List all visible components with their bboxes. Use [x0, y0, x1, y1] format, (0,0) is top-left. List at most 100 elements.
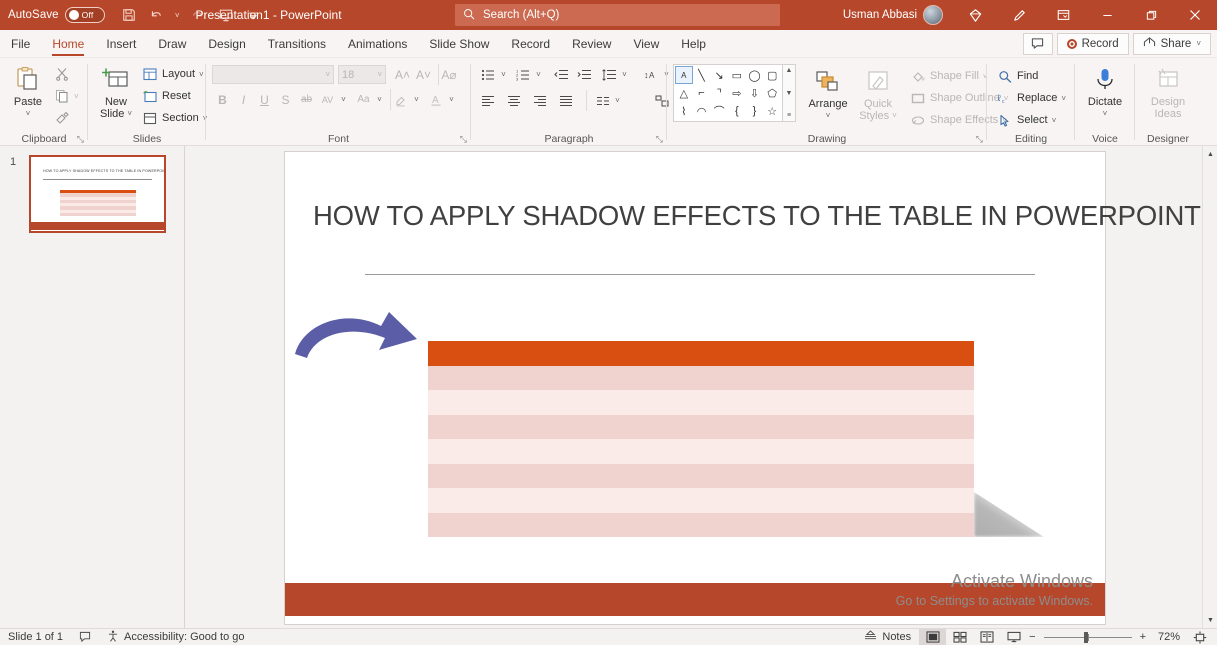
underline-icon[interactable]: U: [254, 89, 275, 110]
curved-arrow-shape[interactable]: [293, 306, 428, 368]
arrange-button[interactable]: Arrange ˅: [806, 64, 850, 124]
shape-text-box-icon[interactable]: A: [675, 66, 693, 84]
slide-sorter-view-icon[interactable]: [946, 629, 973, 645]
tab-file[interactable]: File: [0, 30, 41, 58]
increase-font-size-icon[interactable]: A˄: [392, 64, 413, 85]
undo-dropdown-icon[interactable]: ˅: [171, 3, 184, 27]
shape-scribble-icon[interactable]: ⌇: [675, 102, 693, 120]
tab-record[interactable]: Record: [500, 30, 561, 58]
slide-canvas[interactable]: HOW TO APPLY SHADOW EFFECTS TO THE TABLE…: [185, 146, 1202, 628]
tab-review[interactable]: Review: [561, 30, 622, 58]
tab-help[interactable]: Help: [670, 30, 717, 58]
text-shadow-icon[interactable]: S: [275, 89, 296, 110]
drawing-dialog-launcher-icon[interactable]: ⤡: [976, 134, 983, 145]
design-ideas-button[interactable]: Design Ideas: [1145, 62, 1191, 122]
text-direction-icon[interactable]: ↕ A: [640, 64, 661, 85]
copy-caret-icon[interactable]: ˅: [74, 92, 79, 101]
slide-table[interactable]: [428, 341, 974, 537]
font-dialog-launcher-icon[interactable]: ⤡: [460, 134, 467, 145]
shape-curve-icon[interactable]: ⌒: [710, 102, 728, 120]
align-center-icon[interactable]: [503, 90, 524, 111]
slide-show-view-icon[interactable]: [1000, 629, 1027, 645]
numbering-icon[interactable]: 123: [512, 64, 533, 85]
paragraph-dialog-launcher-icon[interactable]: ⤡: [656, 134, 663, 145]
shape-left-brace-icon[interactable]: {: [728, 102, 746, 120]
notes-page-icon[interactable]: [71, 629, 99, 645]
text-highlight-color-icon[interactable]: [390, 89, 411, 110]
font-name-input[interactable]: ˅: [212, 65, 334, 84]
change-case-icon[interactable]: Aa: [353, 89, 374, 110]
restore-icon[interactable]: [1129, 0, 1173, 30]
undo-icon[interactable]: [143, 3, 171, 27]
table-row[interactable]: [428, 512, 974, 537]
close-icon[interactable]: [1173, 0, 1217, 30]
tab-animations[interactable]: Animations: [337, 30, 418, 58]
shapes-scrollbar[interactable]: ▲ ▼ ≡: [783, 64, 796, 122]
autosave-toggle[interactable]: Off: [64, 7, 105, 23]
zoom-in-button[interactable]: +: [1138, 629, 1148, 645]
shape-pentagon-icon[interactable]: ⬠: [763, 84, 781, 102]
quick-styles-button[interactable]: Quick Styles ˅: [856, 64, 900, 124]
section-button[interactable]: Section ˅: [138, 108, 211, 128]
numbering-caret-icon[interactable]: ˅: [533, 64, 544, 85]
text-highlight-caret-icon[interactable]: ˅: [411, 89, 422, 110]
shapes-scroll-up-icon[interactable]: ▲: [786, 67, 793, 74]
accessibility-status[interactable]: Accessibility: Good to go: [99, 629, 252, 645]
vertical-scrollbar[interactable]: ▲ ▼: [1202, 146, 1217, 628]
fit-slide-to-window-icon[interactable]: [1186, 629, 1213, 645]
ribbon-display-options-icon[interactable]: [1041, 0, 1085, 30]
scroll-up-icon[interactable]: ▲: [1203, 146, 1217, 162]
italic-icon[interactable]: I: [233, 89, 254, 110]
start-presentation-icon[interactable]: [212, 3, 240, 27]
columns-caret-icon[interactable]: ˅: [612, 90, 623, 111]
font-color-caret-icon[interactable]: ˅: [446, 89, 457, 110]
zoom-slider[interactable]: [1043, 629, 1132, 645]
decrease-indent-icon[interactable]: [550, 64, 571, 85]
save-icon[interactable]: [115, 3, 143, 27]
align-left-icon[interactable]: [477, 90, 498, 111]
character-spacing-icon[interactable]: AV: [317, 89, 338, 110]
record-button[interactable]: Record: [1056, 32, 1129, 55]
increase-indent-icon[interactable]: [573, 64, 594, 85]
line-spacing-caret-icon[interactable]: ˅: [619, 64, 630, 85]
decrease-font-size-icon[interactable]: A˅: [413, 64, 434, 85]
align-right-icon[interactable]: [529, 90, 550, 111]
slide-editing-surface[interactable]: HOW TO APPLY SHADOW EFFECTS TO THE TABLE…: [285, 152, 1201, 624]
bullets-caret-icon[interactable]: ˅: [498, 64, 509, 85]
normal-view-icon[interactable]: [919, 628, 947, 645]
shape-triangle-icon[interactable]: △: [675, 84, 693, 102]
font-name-caret-icon[interactable]: ˅: [325, 70, 330, 79]
find-button[interactable]: Find: [993, 66, 1070, 86]
tab-slide-show[interactable]: Slide Show: [418, 30, 500, 58]
table-row[interactable]: [428, 365, 974, 390]
shapes-scroll-down-icon[interactable]: ▼: [786, 90, 793, 97]
slide-counter[interactable]: Slide 1 of 1: [0, 629, 71, 645]
customize-quick-access-toolbar-icon[interactable]: [240, 3, 268, 27]
comments-icon[interactable]: [1022, 32, 1053, 55]
microsoft-365-diamond-icon[interactable]: [953, 0, 997, 30]
table-row[interactable]: [428, 390, 974, 415]
clipboard-dialog-launcher-icon[interactable]: ⤡: [77, 134, 84, 145]
slide-thumbnail-1[interactable]: HOW TO APPLY SHADOW EFFECTS TO THE TABLE…: [29, 155, 166, 233]
tab-design[interactable]: Design: [197, 30, 256, 58]
cut-button[interactable]: [50, 64, 83, 84]
shape-oval-icon[interactable]: ◯: [746, 66, 764, 84]
font-color-icon[interactable]: A: [425, 89, 446, 110]
pen-feedback-icon[interactable]: [997, 0, 1041, 30]
table-row[interactable]: [428, 414, 974, 439]
copy-button[interactable]: ˅: [50, 86, 83, 106]
slide-title[interactable]: HOW TO APPLY SHADOW EFFECTS TO THE TABLE…: [313, 200, 1201, 232]
scroll-down-icon[interactable]: ▼: [1203, 612, 1217, 628]
replace-button[interactable]: bc Replace ˅: [993, 88, 1070, 108]
select-button[interactable]: Select ˅: [993, 110, 1070, 130]
shape-arc-icon[interactable]: ◠: [693, 102, 711, 120]
search-input[interactable]: Search (Alt+Q): [455, 4, 780, 26]
shape-rectangle-icon[interactable]: ▭: [728, 66, 746, 84]
shape-elbow-arrow-icon[interactable]: ⌝: [710, 84, 728, 102]
tab-draw[interactable]: Draw: [147, 30, 197, 58]
reading-view-icon[interactable]: [973, 629, 1000, 645]
justify-icon[interactable]: [555, 90, 576, 111]
shape-line-arrow-icon[interactable]: ↘: [710, 66, 728, 84]
tab-home[interactable]: Home: [41, 30, 95, 58]
user-name-label[interactable]: Usman Abbasi: [843, 9, 917, 21]
